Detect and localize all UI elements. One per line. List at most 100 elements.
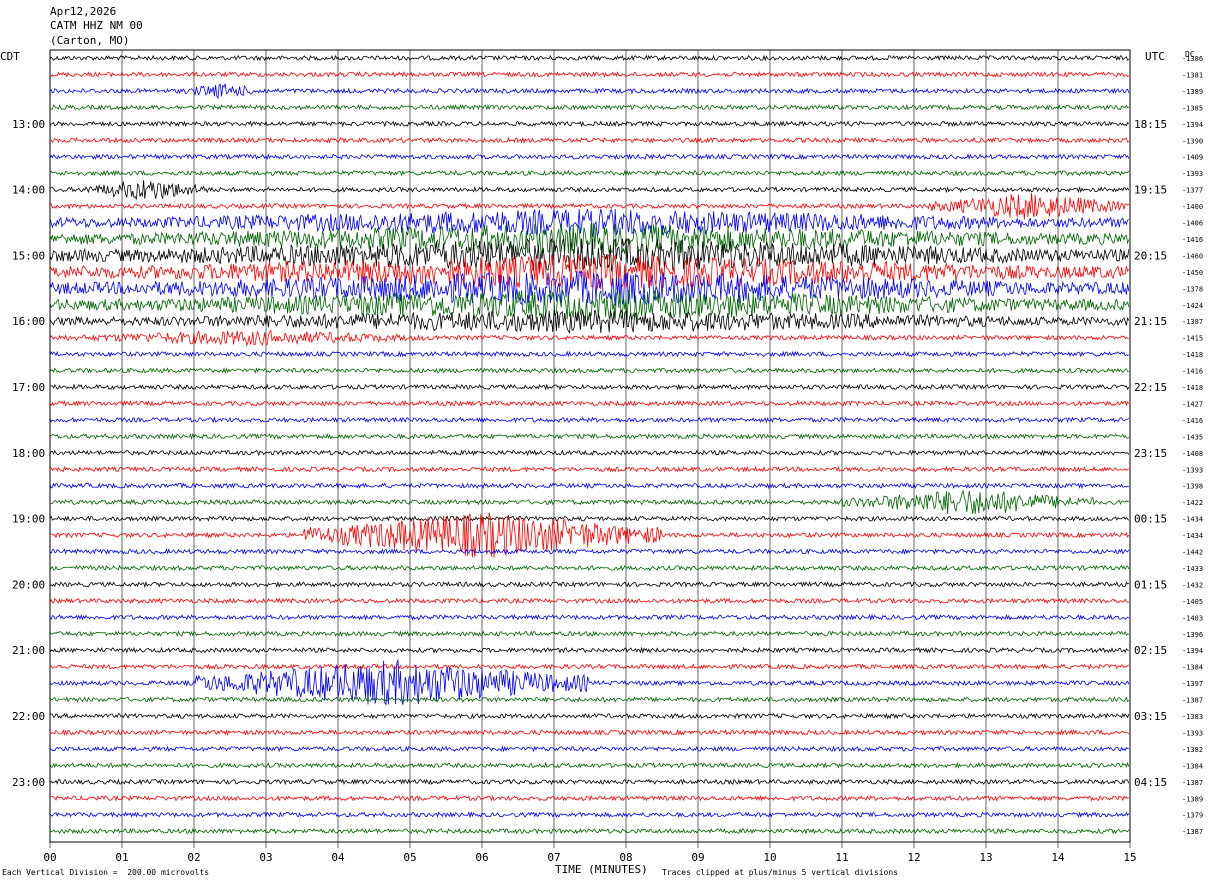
trace-line-35	[49, 630, 1130, 638]
trace-line-21	[49, 399, 1130, 407]
x-tick-label: 14	[1051, 851, 1065, 864]
trace-line-8	[49, 180, 1130, 200]
cdt-hour-label: 18:00	[12, 447, 45, 460]
trace-line-39	[49, 696, 1130, 703]
dc-offset-value: -1424	[1182, 302, 1203, 310]
cdt-hour-label: 21:00	[12, 644, 45, 657]
trace-line-30	[49, 548, 1130, 555]
trace-line-37	[49, 663, 1130, 671]
dc-offset-value: -1405	[1182, 598, 1203, 606]
trace-line-1	[50, 70, 1130, 78]
dc-offset-value: -1393	[1182, 170, 1203, 178]
trace-line-45	[49, 794, 1129, 802]
trace-line-34	[49, 613, 1130, 622]
x-tick-label: 13	[979, 851, 992, 864]
cdt-hour-label: 19:00	[12, 513, 45, 526]
x-axis-title: TIME (MINUTES)	[555, 863, 648, 876]
vertical-scale-note: Each Vertical Division = 200.00 microvol…	[2, 868, 210, 877]
trace-line-25	[49, 465, 1130, 473]
dc-offset-value: -1427	[1182, 400, 1203, 408]
trace-line-31	[49, 564, 1130, 572]
dc-offset-value: -1381	[1182, 71, 1203, 79]
x-tick-label: 01	[115, 851, 128, 864]
x-tick-label: 15	[1123, 851, 1136, 864]
trace-line-7	[49, 169, 1130, 177]
dc-offset-value: -1384	[1182, 762, 1203, 770]
plot-frame	[49, 49, 1131, 843]
x-tick-label: 11	[835, 851, 848, 864]
utc-hour-label: 18:15	[1134, 118, 1167, 131]
dc-offset-value: -1460	[1182, 252, 1203, 260]
dc-offset-value: -1387	[1182, 697, 1203, 705]
dc-offset-value: -1450	[1182, 269, 1203, 277]
cdt-hour-label: 20:00	[12, 578, 45, 591]
dc-offset-value: -1382	[1182, 746, 1203, 754]
trace-line-20	[50, 383, 1130, 391]
trace-line-19	[49, 367, 1129, 374]
minute-gridlines	[49, 49, 1131, 848]
trace-line-42	[49, 745, 1129, 753]
trace-line-5	[49, 136, 1130, 144]
dc-offset-value: -1389	[1182, 795, 1203, 803]
dc-offset-value: -1397	[1182, 680, 1203, 688]
dc-offset-value: -1435	[1182, 433, 1203, 441]
dc-offset-value: -1387	[1182, 318, 1203, 326]
trace-line-24	[49, 449, 1130, 457]
dc-offset-value: -1408	[1182, 450, 1203, 458]
trace-line-47	[49, 827, 1130, 835]
x-tick-label: 03	[259, 851, 272, 864]
trace-line-23	[49, 432, 1130, 440]
x-tick-label: 09	[691, 851, 704, 864]
utc-hour-label: 21:15	[1134, 315, 1167, 328]
trace-line-3	[49, 103, 1129, 111]
cdt-hour-label: 23:00	[12, 776, 45, 789]
dc-offset-value: -1418	[1182, 384, 1203, 392]
dc-offset-value: -1389	[1182, 88, 1203, 96]
utc-hour-label: 22:15	[1134, 381, 1167, 394]
dc-offset-value: -1385	[1182, 104, 1203, 112]
dc-offset-value: -1434	[1182, 532, 1203, 540]
dc-offset-value: -1393	[1182, 729, 1203, 737]
dc-offset-value: -1418	[1182, 351, 1203, 359]
trace-line-22	[49, 416, 1130, 424]
trace-line-2	[49, 83, 1130, 100]
x-tick-label: 10	[763, 851, 776, 864]
trace-line-32	[49, 580, 1130, 588]
dc-offset-value: -1384	[1182, 664, 1203, 672]
dc-offset-value: -1406	[1182, 220, 1203, 228]
trace-line-18	[49, 350, 1130, 358]
dc-offset-value: -1393	[1182, 466, 1203, 474]
trace-line-4	[49, 120, 1130, 128]
x-tick-label: 02	[187, 851, 200, 864]
trace-line-6	[49, 153, 1130, 161]
dc-offset-value: -1396	[1182, 631, 1203, 639]
trace-line-44	[49, 778, 1130, 786]
utc-hour-label: 19:15	[1134, 184, 1167, 197]
dc-offset-value: -1434	[1182, 516, 1203, 524]
x-tick-label: 00	[43, 851, 56, 864]
cdt-hour-label: 17:00	[12, 381, 45, 394]
trace-line-36	[49, 646, 1129, 654]
dc-offset-value: -1416	[1182, 368, 1203, 376]
dc-offset-value: -1416	[1182, 236, 1203, 244]
utc-hour-label: 20:15	[1134, 249, 1167, 262]
cdt-hour-label: 22:00	[12, 710, 45, 723]
seismic-traces	[49, 54, 1130, 835]
cdt-hour-label: 15:00	[12, 249, 45, 262]
trace-line-40	[49, 712, 1130, 720]
dc-offset-value: -1386	[1182, 55, 1203, 63]
x-tick-label: 05	[403, 851, 416, 864]
dc-offset-value: -1415	[1182, 335, 1203, 343]
trace-line-41	[49, 729, 1130, 736]
trace-line-16	[49, 308, 1130, 334]
dc-offset-value: -1416	[1182, 417, 1203, 425]
seismogram-plot: 00 01 02 03 04 05 06 07 08 09 10 11 12 13 14 15-1386-13…	[12, 49, 1203, 864]
x-tick-label: 04	[331, 851, 345, 864]
trace-line-26	[49, 482, 1130, 490]
dc-offset-value: -1379	[1182, 812, 1203, 820]
x-tick-label: 12	[907, 851, 920, 864]
trace-line-27	[49, 489, 1130, 514]
dc-offset-value: -1394	[1182, 647, 1203, 655]
utc-hour-label: 23:15	[1134, 447, 1167, 460]
clip-note: Traces clipped at plus/minus 5 vertical …	[662, 868, 899, 877]
